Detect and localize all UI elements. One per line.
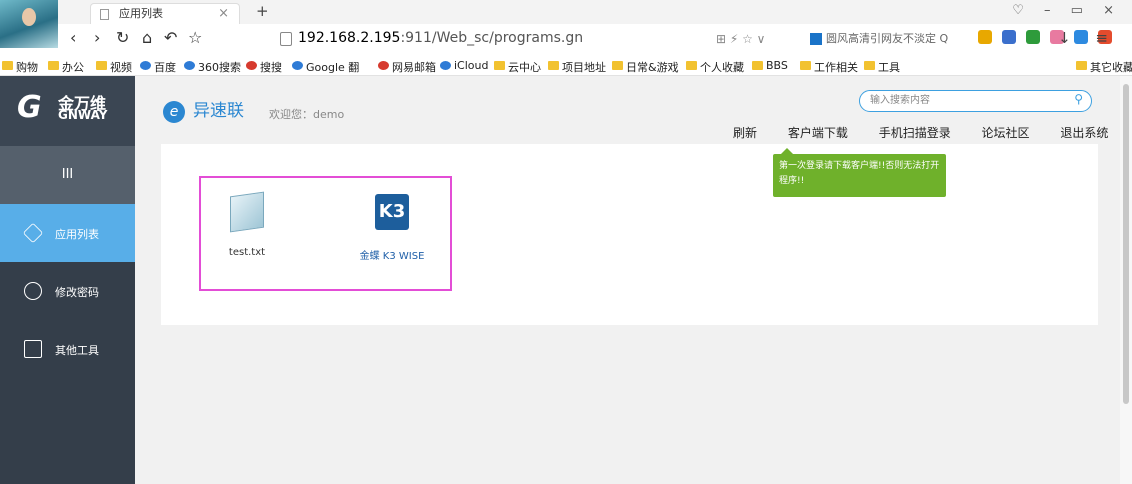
bookmark[interactable]: 360搜索	[184, 59, 241, 75]
close-icon[interactable]: ×	[218, 4, 229, 24]
app-name: test.txt	[228, 247, 266, 258]
scrollbar-thumb[interactable]	[1123, 84, 1129, 404]
bookmark[interactable]: 购物	[2, 59, 38, 75]
reload-icon[interactable]: ↻	[116, 28, 129, 47]
browser-tab[interactable]: 应用列表 ×	[90, 3, 240, 24]
forward-icon[interactable]: ›	[94, 28, 100, 47]
browser-tab-bar: 应用列表 × + ♡ – ▭ ×	[0, 0, 1132, 24]
bookmarks-bar: 购物 办公 视频 百度 360搜索 搜搜 Google 翻 网易邮箱 iClou…	[0, 56, 1132, 76]
sidebar-item-label: 其他工具	[55, 344, 99, 357]
app-sidebar: G 金万维 GNWAY III 应用列表 修改密码 其他工具	[0, 76, 135, 484]
mobile-scan-login-link[interactable]: 手机扫描登录	[879, 126, 951, 140]
app-item-test-txt[interactable]: test.txt	[207, 191, 287, 258]
tab-title: 应用列表	[119, 7, 163, 20]
notepad-icon	[230, 191, 264, 233]
profile-avatar[interactable]	[0, 0, 58, 48]
back-icon[interactable]: ‹	[70, 28, 76, 47]
browser-nav-bar: ‹ › ↻ ⌂ ↶ ☆ 192.168.2.195:911/Web_sc/pro…	[58, 24, 1132, 56]
logo: G 金万维 GNWAY	[0, 76, 135, 146]
bookmark[interactable]: 百度	[140, 59, 176, 75]
bookmark[interactable]: Google 翻	[292, 59, 359, 75]
bookmark[interactable]: 搜搜	[246, 59, 282, 75]
sidebar-item-label: 修改密码	[55, 286, 99, 299]
window-controls[interactable]: ♡ – ▭ ×	[1012, 3, 1122, 18]
forum-link[interactable]: 论坛社区	[982, 126, 1030, 140]
main-area: e 异速联 欢迎您：demo 输入搜索内容 ⚲ 刷新 客户端下载 手机扫描登录 论…	[135, 76, 1120, 484]
refresh-link[interactable]: 刷新	[733, 126, 757, 140]
brand-name: 异速联	[193, 101, 244, 121]
search-icon[interactable]: ⚲	[1074, 90, 1083, 109]
page-icon	[100, 9, 109, 20]
sidebar-item-app-list[interactable]: 应用列表	[0, 204, 135, 262]
key-icon	[24, 282, 42, 300]
client-download-link[interactable]: 客户端下载	[788, 126, 848, 140]
bookmark[interactable]: 工具	[864, 59, 900, 75]
address-bar-tools[interactable]: ⊞ ⚡ ☆ ∨	[716, 32, 765, 46]
header: e 异速联 欢迎您：demo 输入搜索内容 ⚲ 刷新 客户端下载 手机扫描登录 论…	[135, 76, 1120, 144]
bookmark[interactable]: 网易邮箱	[378, 59, 436, 75]
search-placeholder: 输入搜索内容	[870, 95, 930, 106]
bookmark[interactable]: 视频	[96, 59, 132, 75]
download-tooltip: 第一次登录请下载客户端!!否则无法打开程序!!	[773, 148, 946, 197]
browser-search-box[interactable]: 圆风高清引网友不淡定 Q	[808, 28, 968, 50]
app-list-panel: test.txt K3 金蝶 K3 WISE	[161, 144, 1098, 325]
logo-mark: G	[17, 90, 42, 125]
top-links: 刷新 客户端下载 手机扫描登录 论坛社区 退出系统	[733, 124, 1132, 141]
security-icon	[280, 32, 292, 46]
sidebar-item-change-password[interactable]: 修改密码	[0, 262, 135, 320]
address-bar[interactable]: 192.168.2.195:911/Web_sc/programs.gn	[298, 30, 583, 46]
star-icon[interactable]: ☆	[188, 28, 202, 47]
sidebar-item-label: 应用列表	[55, 228, 99, 241]
bookmark[interactable]: BBS	[752, 59, 788, 72]
scrollbar[interactable]	[1120, 76, 1132, 484]
bookmark[interactable]: 项目地址	[548, 59, 606, 75]
menu-icon[interactable]: ↓ ≡	[1058, 29, 1118, 47]
bookmark[interactable]: iCloud	[440, 59, 488, 72]
extension-icon[interactable]	[1002, 30, 1016, 44]
grid-icon	[24, 340, 42, 358]
brand: e 异速联	[163, 96, 244, 123]
bookmark[interactable]: 日常&游戏	[612, 59, 679, 75]
bookmark[interactable]: 工作相关	[800, 59, 858, 75]
cube-icon	[22, 222, 44, 244]
grid-icon[interactable]	[978, 30, 992, 44]
undo-icon[interactable]: ↶	[164, 28, 177, 47]
brand-logo-icon: e	[163, 101, 185, 123]
bookmark[interactable]: 办公	[48, 59, 84, 75]
logo-subtext: GNWAY	[58, 108, 108, 122]
bookmark[interactable]: 云中心	[494, 59, 541, 75]
sidebar-toggle-button[interactable]: III	[0, 146, 135, 204]
k3-icon: K3	[375, 194, 409, 230]
search-input[interactable]: 输入搜索内容 ⚲	[859, 90, 1092, 112]
new-tab-button[interactable]: +	[256, 2, 269, 20]
logout-link[interactable]: 退出系统	[1060, 126, 1108, 140]
home-icon[interactable]: ⌂	[142, 28, 152, 47]
sidebar-item-other-tools[interactable]: 其他工具	[0, 320, 135, 378]
app-name: 金蝶 K3 WISE	[359, 251, 425, 262]
shield-icon[interactable]	[1026, 30, 1040, 44]
app-item-k3-wise[interactable]: K3 金蝶 K3 WISE	[352, 194, 432, 262]
welcome-text: 欢迎您：demo	[269, 108, 345, 121]
bookmark[interactable]: 其它收藏	[1076, 59, 1132, 75]
bookmark[interactable]: 个人收藏	[686, 59, 744, 75]
